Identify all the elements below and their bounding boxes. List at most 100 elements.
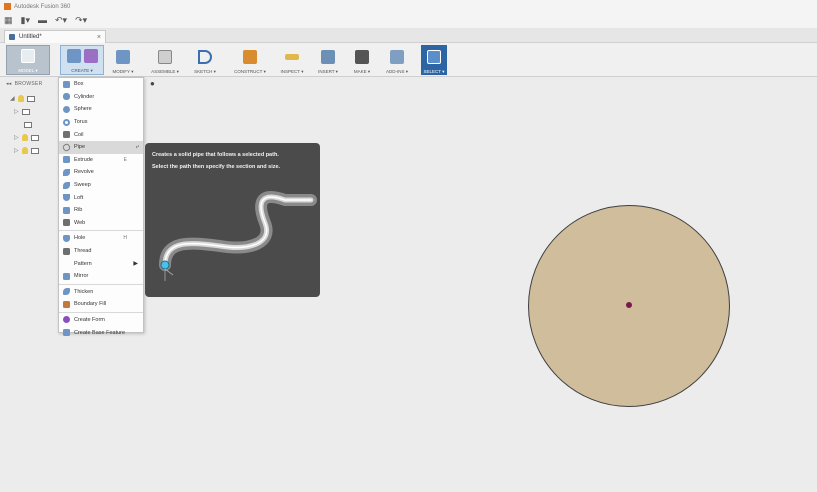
create-form-icon <box>83 49 98 63</box>
folder-icon <box>24 121 32 128</box>
web-icon <box>63 219 70 227</box>
menu-item-create-form[interactable]: Create Form <box>59 314 143 327</box>
pipe-illustration-icon <box>159 191 317 281</box>
save-button[interactable]: ▬ <box>38 16 47 25</box>
visibility-bulb-icon[interactable] <box>22 134 28 141</box>
menu-item-torus[interactable]: Torus <box>59 116 143 129</box>
menu-separator <box>59 230 143 232</box>
thread-icon <box>63 247 70 255</box>
undo-button[interactable]: ↶▾ <box>55 16 67 25</box>
component-icon <box>27 95 35 102</box>
file-menu-button[interactable]: ▮▾ <box>21 16 30 25</box>
menu-item-mirror[interactable]: Mirror <box>59 270 143 283</box>
pipe-tooltip: Creates a solid pipe that follows a sele… <box>145 143 320 297</box>
base-feature-icon <box>63 329 70 337</box>
folder-icon <box>22 108 30 115</box>
press-pull-icon <box>116 50 130 64</box>
menu-item-cylinder[interactable]: Cylinder <box>59 91 143 104</box>
cylinder-icon <box>63 93 70 101</box>
browser-pin-button[interactable]: ● <box>150 80 158 88</box>
tree-row[interactable]: ▷ <box>10 144 58 157</box>
insert-image-icon <box>321 50 335 64</box>
menu-item-sphere[interactable]: Sphere <box>59 103 143 116</box>
menu-item-coil[interactable]: Coil <box>59 128 143 141</box>
expand-icon[interactable]: ◢ <box>10 95 15 102</box>
redo-button[interactable]: ↷▾ <box>75 16 87 25</box>
sweep-icon <box>63 181 70 189</box>
data-panel-grid-icon[interactable]: ▦ <box>4 16 13 25</box>
loft-icon <box>63 194 70 202</box>
modify-menu-button[interactable]: MODIFY ▾ <box>110 45 136 75</box>
mirror-icon <box>63 272 70 280</box>
document-tab-bar: Untitled* × <box>0 28 817 43</box>
circle-center-point[interactable] <box>626 302 632 308</box>
menu-item-boundary-fill[interactable]: Boundary Fill <box>59 298 143 311</box>
menu-item-box[interactable]: Box <box>59 78 143 91</box>
close-tab-icon[interactable]: × <box>97 34 101 41</box>
inspect-menu-button[interactable]: INSPECT ▾ <box>278 45 306 75</box>
sphere-icon <box>63 105 70 113</box>
menu-item-hole[interactable]: Hole H <box>59 232 143 245</box>
assemble-menu-button[interactable]: ASSEMBLE ▾ <box>148 45 182 75</box>
shortcut-label: E <box>123 156 127 163</box>
browser-tree: ◢ ▷ ▷ ▷ <box>10 92 58 157</box>
visibility-bulb-icon[interactable] <box>22 147 28 154</box>
menu-item-extrude[interactable]: Extrude E <box>59 154 143 167</box>
boundary-fill-icon <box>63 300 70 308</box>
menu-separator <box>59 311 143 313</box>
insert-menu-button[interactable]: INSERT ▾ <box>313 45 343 75</box>
tree-row[interactable]: ◢ <box>10 92 58 105</box>
rib-icon <box>63 206 70 214</box>
menu-item-rib[interactable]: Rib <box>59 204 143 217</box>
hole-icon <box>63 234 70 242</box>
menu-item-thread[interactable]: Thread <box>59 245 143 258</box>
create-form-icon <box>63 316 70 324</box>
select-cursor-icon <box>427 50 441 64</box>
create-menu-button[interactable]: CREATE ▾ <box>60 45 104 75</box>
box-icon <box>63 80 70 88</box>
menu-item-revolve[interactable]: Revolve <box>59 166 143 179</box>
tree-row[interactable]: ▷ <box>10 105 58 118</box>
construct-menu-button[interactable]: CONSTRUCT ▾ <box>228 45 272 75</box>
measure-icon <box>285 54 299 60</box>
select-menu-button[interactable]: SELECT ▾ <box>421 45 447 75</box>
document-icon <box>9 34 15 40</box>
visibility-bulb-icon[interactable] <box>18 95 24 102</box>
folder-icon <box>31 134 39 141</box>
workspace-model-button[interactable]: MODEL ▾ <box>6 45 50 75</box>
collapse-browser-icon[interactable]: ◂◂ <box>6 81 12 87</box>
addins-menu-button[interactable]: ADD-INS ▾ <box>381 45 413 75</box>
sketch-menu-button[interactable]: SKETCH ▾ <box>190 45 220 75</box>
menu-item-pipe[interactable]: Pipe ⤶ <box>59 140 143 154</box>
quick-access-toolbar: ▦ ▮▾ ▬ ↶▾ ↷▾ <box>0 13 817 28</box>
menu-item-create-base-feature[interactable]: Create Base Feature <box>59 326 143 339</box>
shortcut-label: H <box>123 235 127 242</box>
menu-item-sweep[interactable]: Sweep <box>59 179 143 192</box>
submenu-arrow-icon: ▶ <box>133 261 138 268</box>
tree-row[interactable]: ▷ <box>10 131 58 144</box>
expand-icon[interactable]: ▷ <box>14 147 19 154</box>
menu-item-pattern[interactable]: Pattern ▶ <box>59 257 143 270</box>
menu-item-loft[interactable]: Loft <box>59 191 143 204</box>
sketch-icon <box>198 50 212 64</box>
tree-row[interactable] <box>10 118 58 131</box>
scripts-icon <box>390 50 404 64</box>
document-tab[interactable]: Untitled* × <box>4 30 106 43</box>
torus-icon <box>63 118 70 126</box>
make-menu-button[interactable]: MAKE ▾ <box>349 45 375 75</box>
extrude-icon <box>63 156 70 164</box>
fusion-logo-icon <box>4 3 11 10</box>
document-tab-label: Untitled* <box>19 34 42 40</box>
menu-item-thicken[interactable]: Thicken <box>59 286 143 299</box>
menu-item-web[interactable]: Web <box>59 217 143 230</box>
coil-icon <box>63 131 70 139</box>
pipe-icon <box>61 142 72 153</box>
menu-separator <box>59 283 143 285</box>
expand-icon[interactable]: ▷ <box>14 108 19 115</box>
3d-print-icon <box>355 50 369 64</box>
box-icon <box>66 49 81 63</box>
model-workspace-icon <box>21 49 35 63</box>
expand-icon[interactable]: ▷ <box>14 134 19 141</box>
pin-icon[interactable]: ⤶ <box>136 144 139 151</box>
create-dropdown-menu: Box Cylinder Sphere Torus Coil Pipe ⤶ Ex… <box>58 77 144 337</box>
